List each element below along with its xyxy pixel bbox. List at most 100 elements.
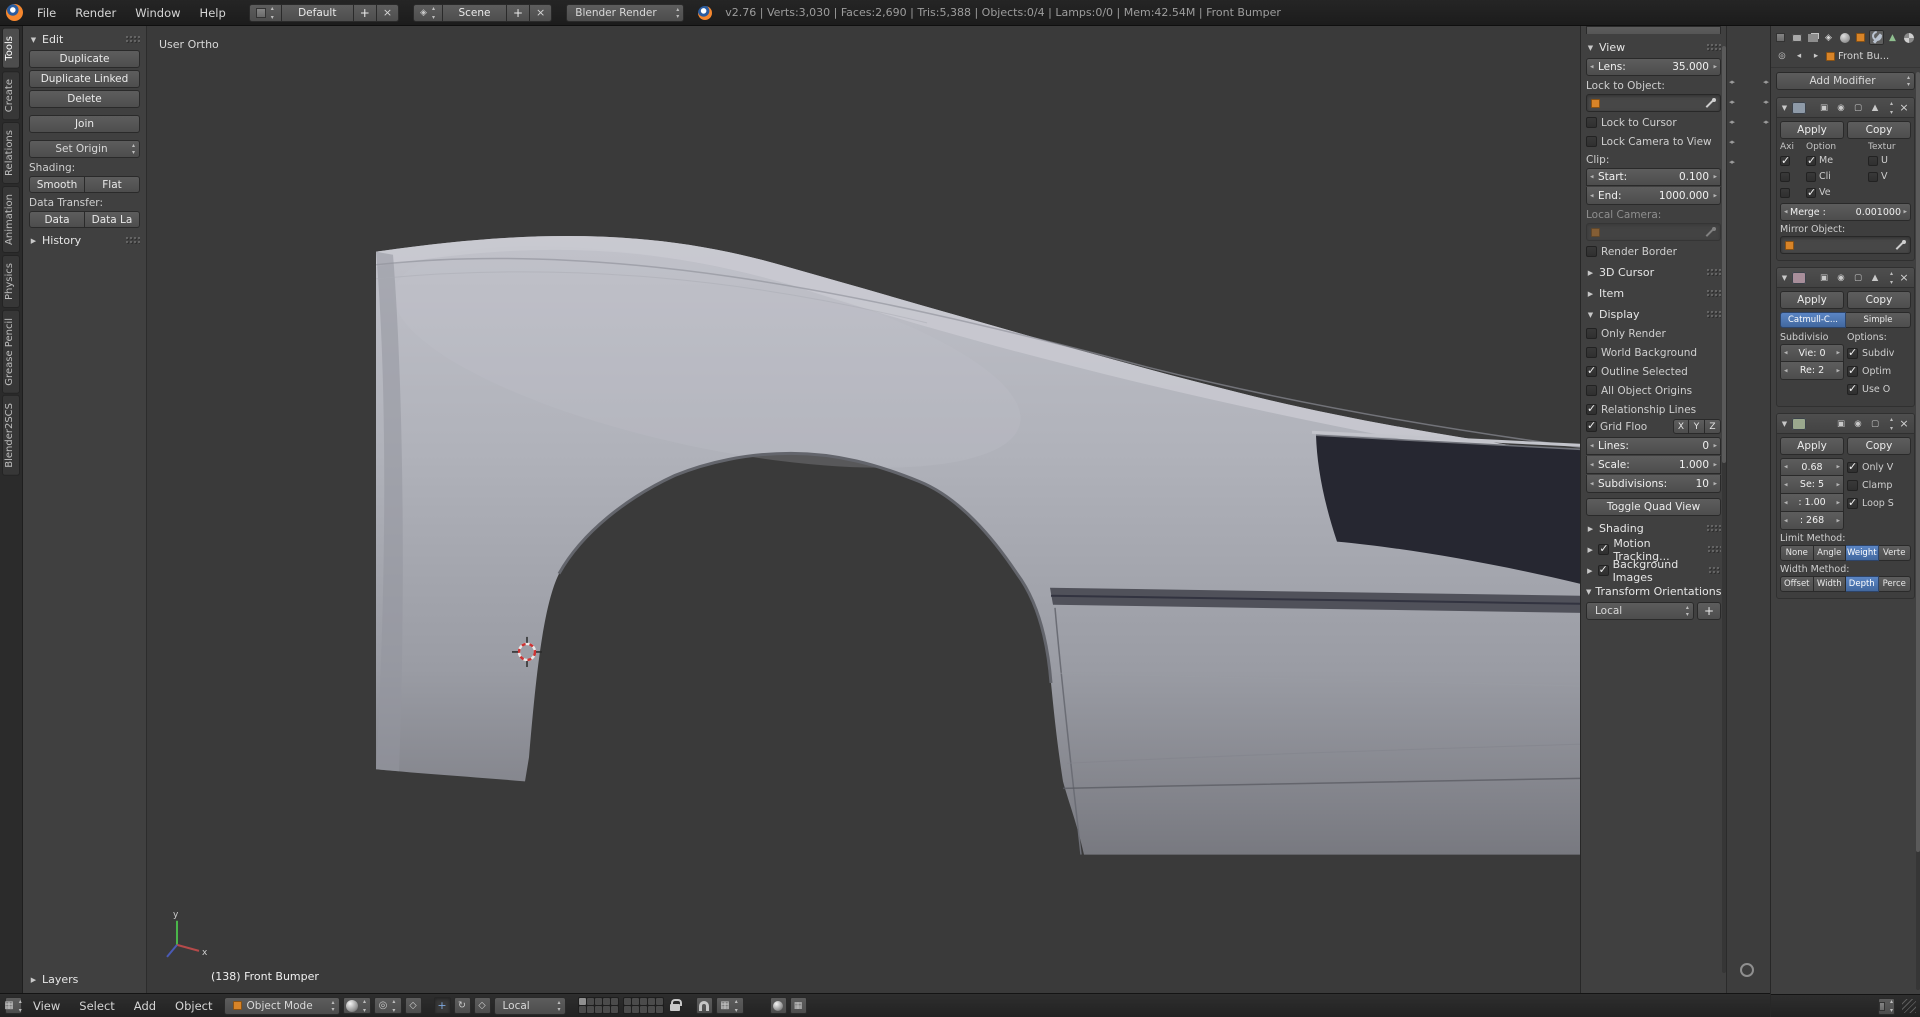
- snap-toggle-button[interactable]: [696, 997, 713, 1014]
- checkbox[interactable]: [1806, 188, 1816, 198]
- manipulator-scale-button[interactable]: ◇: [474, 997, 491, 1014]
- lock-camera-row[interactable]: Lock Camera to View: [1586, 134, 1721, 149]
- panel-grip-handle[interactable]: [1706, 310, 1721, 319]
- render-engine-dropdown[interactable]: Blender Render: [566, 4, 684, 22]
- region-collapse-arrows-icon[interactable]: ◂▸: [1729, 138, 1734, 146]
- copy-button[interactable]: Copy: [1847, 291, 1911, 309]
- move-modifier-arrows-icon[interactable]: [1885, 101, 1894, 115]
- pivot-dropdown[interactable]: ◎: [374, 997, 402, 1014]
- apply-button[interactable]: Apply: [1780, 121, 1844, 139]
- 3d-viewport[interactable]: y x User Ortho (138) Front Bumper: [147, 26, 1580, 993]
- checkbox[interactable]: [1586, 421, 1597, 432]
- mirror-vertex-groups-row[interactable]: Ve: [1806, 185, 1866, 200]
- checkbox[interactable]: [1847, 348, 1858, 359]
- checkbox[interactable]: [1806, 156, 1816, 166]
- limit-vertex-button[interactable]: Verte: [1879, 545, 1912, 561]
- breadcrumb-object-name[interactable]: Front Bu...: [1838, 51, 1889, 62]
- layer-cell[interactable]: [611, 1006, 618, 1013]
- world-tab-icon[interactable]: [1837, 30, 1852, 45]
- expand-region-circle[interactable]: [1740, 963, 1754, 977]
- menu-window[interactable]: Window: [126, 3, 189, 23]
- duplicate-linked-button[interactable]: Duplicate Linked: [29, 70, 140, 88]
- breadcrumb-forward-icon[interactable]: ▸: [1809, 49, 1823, 63]
- clamp-overlap-row[interactable]: Clamp: [1847, 476, 1911, 494]
- material-tab-icon[interactable]: [1901, 30, 1916, 45]
- screen-layout-add-button[interactable]: [354, 4, 377, 22]
- checkbox[interactable]: [1780, 156, 1790, 166]
- manipulator-rotate-button[interactable]: ↻: [454, 997, 471, 1014]
- panel-header-history[interactable]: History: [29, 231, 140, 250]
- checkbox[interactable]: [1598, 565, 1609, 576]
- checkbox[interactable]: [1847, 498, 1858, 509]
- layer-selector[interactable]: [578, 997, 664, 1014]
- mode-dropdown[interactable]: Object Mode: [224, 997, 340, 1015]
- car-model[interactable]: [375, 202, 1580, 855]
- bevel-profile-slider[interactable]: : 1.00: [1780, 494, 1844, 512]
- scene-browse-button[interactable]: ◈: [413, 4, 443, 22]
- tab-blender2scs[interactable]: Blender2SCS: [2, 395, 20, 476]
- eyedropper-icon[interactable]: [1895, 240, 1906, 251]
- edit-mode-icon[interactable]: ▢: [1851, 101, 1865, 115]
- mirror-v-row[interactable]: V: [1868, 169, 1911, 184]
- layer-cell[interactable]: [648, 1006, 655, 1013]
- checkbox[interactable]: [1598, 544, 1609, 555]
- data-layout-button[interactable]: Data La: [85, 211, 140, 228]
- panel-header-edit[interactable]: Edit: [29, 30, 140, 49]
- panel-grip-handle[interactable]: [1706, 43, 1721, 52]
- subsurf-modifier-header[interactable]: ▣ ◉ ▢ ▲: [1777, 268, 1914, 288]
- scene-close-button[interactable]: [530, 4, 552, 22]
- clip-end-slider[interactable]: End: 1000.000: [1586, 187, 1721, 205]
- viewport-visibility-icon[interactable]: ◉: [1851, 417, 1865, 431]
- pin-icon[interactable]: ◎: [1775, 49, 1789, 63]
- layer-cell[interactable]: [579, 1006, 586, 1013]
- checkbox[interactable]: [1847, 480, 1858, 491]
- data-button[interactable]: Data: [29, 211, 85, 228]
- region-collapse-arrows-icon[interactable]: ◂▸: [1763, 118, 1768, 126]
- tab-relations[interactable]: Relations: [2, 122, 20, 184]
- expand-triangle-icon[interactable]: [1780, 274, 1789, 282]
- lock-to-cursor-row[interactable]: Lock to Cursor: [1586, 115, 1721, 130]
- layer-cell[interactable]: [587, 1006, 594, 1013]
- resize-grip-icon[interactable]: [1902, 999, 1916, 1013]
- render-border-row[interactable]: Render Border: [1586, 244, 1721, 259]
- shade-smooth-button[interactable]: Smooth: [29, 176, 85, 193]
- mirror-axis-z-row[interactable]: [1780, 185, 1804, 200]
- editor-type-button[interactable]: ▦: [5, 997, 22, 1014]
- catmull-clark-button[interactable]: Catmull-C...: [1780, 312, 1846, 328]
- checkbox[interactable]: [1780, 172, 1790, 182]
- delete-modifier-icon[interactable]: [1897, 101, 1911, 115]
- viewport-visibility-icon[interactable]: ◉: [1834, 271, 1848, 285]
- expand-triangle-icon[interactable]: [1780, 104, 1789, 112]
- move-modifier-arrows-icon[interactable]: [1885, 271, 1894, 285]
- world-background-row[interactable]: World Background: [1586, 345, 1721, 360]
- delete-modifier-icon[interactable]: [1897, 271, 1911, 285]
- layer-cell[interactable]: [624, 1006, 631, 1013]
- layer-cell[interactable]: [624, 998, 631, 1005]
- mirror-axis-x-row[interactable]: [1780, 153, 1804, 168]
- menu-add[interactable]: Add: [126, 997, 164, 1015]
- menu-object[interactable]: Object: [167, 997, 220, 1015]
- manipulator-translate-button[interactable]: +: [434, 997, 451, 1014]
- set-origin-dropdown[interactable]: Set Origin: [29, 140, 140, 158]
- mirror-merge-row[interactable]: Me: [1806, 153, 1866, 168]
- grid-subdivisions-slider[interactable]: Subdivisions: 10: [1586, 475, 1721, 493]
- panel-header-item[interactable]: Item: [1586, 284, 1721, 303]
- cage-icon[interactable]: ▲: [1868, 271, 1882, 285]
- limit-angle-button[interactable]: Angle: [1814, 545, 1847, 561]
- region-collapse-arrows-icon[interactable]: ◂▸: [1763, 98, 1768, 106]
- layer-group-2[interactable]: [623, 997, 664, 1014]
- toggle-quad-view-button[interactable]: Toggle Quad View: [1586, 498, 1721, 516]
- orientation-dropdown[interactable]: Local: [1586, 602, 1694, 620]
- mirror-clipping-row[interactable]: Cli: [1806, 169, 1866, 184]
- layer-cell[interactable]: [640, 1006, 647, 1013]
- layer-cell[interactable]: [611, 998, 618, 1005]
- properties-editor-menu-icon[interactable]: [1773, 30, 1788, 45]
- scene-name-field[interactable]: Scene: [443, 4, 507, 22]
- layer-cell[interactable]: [656, 998, 663, 1005]
- optimal-display-row[interactable]: Optim: [1847, 362, 1911, 380]
- layer-cell[interactable]: [632, 998, 639, 1005]
- loop-slide-row[interactable]: Loop S: [1847, 494, 1911, 512]
- subdivide-uvs-row[interactable]: Subdiv: [1847, 344, 1911, 362]
- menu-help[interactable]: Help: [191, 3, 235, 23]
- checkbox[interactable]: [1847, 384, 1858, 395]
